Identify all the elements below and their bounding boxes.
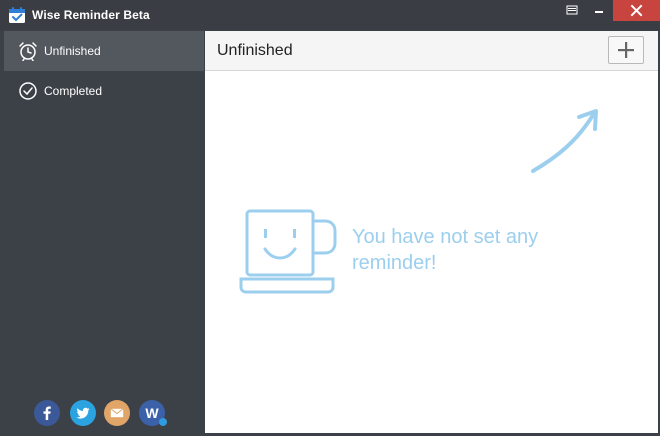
arrow-up-right-icon — [525, 105, 605, 180]
empty-state-message: You have not set any reminder! — [352, 226, 539, 274]
sidebar-item-completed[interactable]: Completed — [4, 71, 204, 111]
wisecleaner-link[interactable]: W — [139, 400, 167, 426]
email-icon — [104, 400, 130, 426]
alarm-clock-icon — [18, 41, 38, 62]
wisecleaner-icon: W — [139, 400, 167, 426]
add-reminder-button[interactable] — [608, 36, 644, 64]
email-link[interactable] — [104, 400, 130, 426]
smiling-cup-icon — [239, 209, 339, 302]
facebook-icon — [34, 400, 60, 426]
window-title: Wise Reminder Beta — [32, 8, 150, 22]
minimize-icon — [595, 11, 603, 13]
close-icon — [630, 4, 643, 17]
sidebar-item-label: Completed — [44, 84, 103, 98]
menu-icon — [566, 5, 578, 15]
twitter-link[interactable] — [70, 400, 96, 426]
main-panel: Unfinished You have not set any reminder… — [205, 31, 658, 433]
app-window: Wise Reminder Beta Unfinished Completed … — [0, 0, 660, 436]
plus-icon — [618, 42, 634, 58]
minimize-button[interactable] — [586, 0, 612, 21]
facebook-link[interactable] — [34, 400, 60, 426]
twitter-icon — [70, 400, 96, 426]
calendar-check-icon — [8, 6, 26, 24]
menu-button[interactable] — [560, 0, 584, 21]
main-header: Unfinished — [205, 31, 658, 71]
title-bar[interactable]: Wise Reminder Beta — [0, 0, 660, 30]
sidebar-item-label: Unfinished — [44, 44, 101, 58]
close-button[interactable] — [613, 0, 660, 21]
sidebar-item-unfinished[interactable]: Unfinished — [4, 31, 204, 71]
page-title: Unfinished — [217, 42, 293, 59]
sidebar: Unfinished Completed W — [0, 30, 205, 436]
check-circle-icon — [18, 81, 38, 101]
svg-text:W: W — [145, 405, 159, 421]
